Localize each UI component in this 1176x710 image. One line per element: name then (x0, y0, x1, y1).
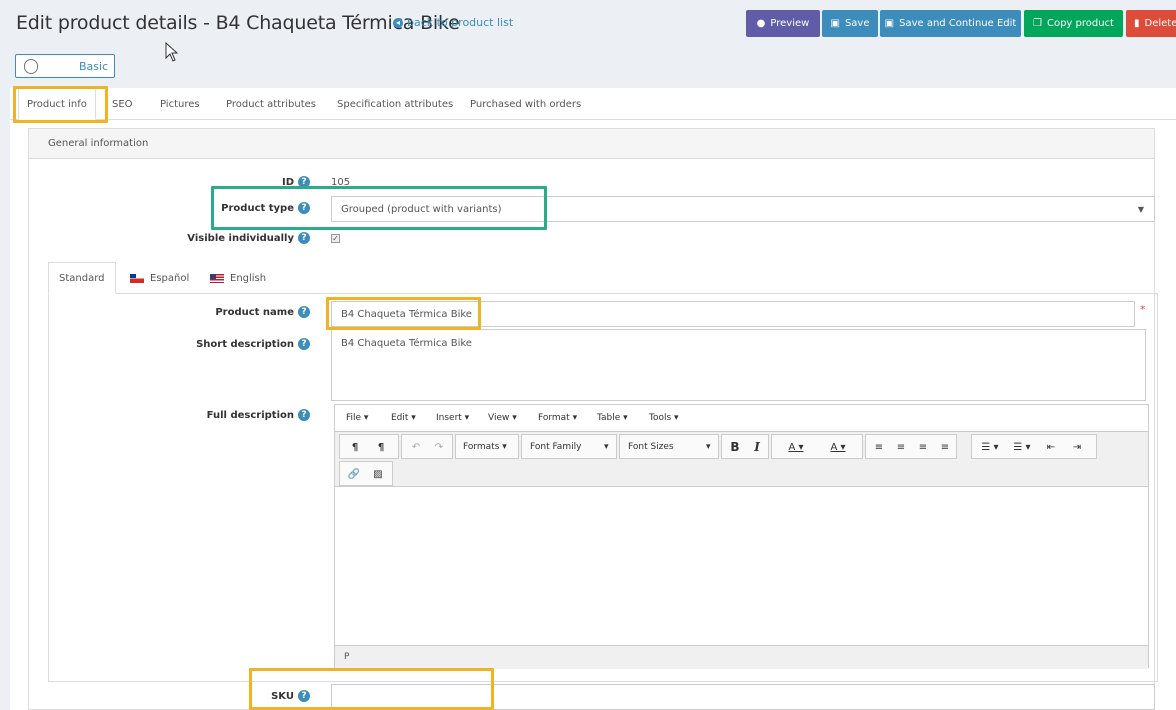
short-description-textarea[interactable]: B4 Chaqueta Térmica Bike (331, 329, 1146, 401)
formats-group: Formats ▾ (455, 434, 519, 459)
menu-file[interactable]: File ▾ (346, 413, 368, 423)
tab-standard[interactable]: Standard (48, 262, 116, 294)
toggle-label: Basic (79, 60, 109, 73)
direction-group: ¶ ¶ (339, 434, 399, 459)
editor-menubar: File ▾ Edit ▾ Insert ▾ View ▾ Format ▾ T… (335, 405, 1148, 431)
toggle-knob (24, 59, 38, 74)
align-left-icon[interactable]: ≡ (870, 438, 888, 456)
editor-statusbar: P (335, 645, 1148, 669)
history-group: ↶ ↷ (401, 434, 453, 459)
product-tabs: Product info SEO Pictures Product attrib… (10, 88, 1176, 120)
tab-product-info[interactable]: Product info (18, 88, 96, 120)
eye-icon: ● (756, 18, 766, 29)
help-icon[interactable]: ? (298, 176, 310, 188)
copy-icon: ❐ (1033, 18, 1042, 29)
caret-down-icon: ▾ (706, 442, 711, 452)
arrow-left-circle-icon: ◂ (393, 17, 403, 28)
color-group: A ▾ A ▾ (771, 434, 863, 459)
menu-insert[interactable]: Insert ▾ (436, 413, 469, 423)
required-asterisk: * (1140, 303, 1146, 316)
panel-heading[interactable]: General information (29, 129, 1154, 159)
id-label: ID ? (200, 176, 310, 188)
insert-group: 🔗 ▨ (339, 461, 393, 486)
tab-seo[interactable]: SEO (112, 88, 133, 120)
align-group: ≡ ≡ ≡ ≡ (865, 434, 957, 459)
menu-table[interactable]: Table ▾ (597, 413, 628, 423)
menu-format[interactable]: Format ▾ (538, 413, 577, 423)
editor-content-area[interactable] (335, 487, 1148, 647)
help-icon[interactable]: ? (298, 690, 310, 702)
ltr-icon[interactable]: ¶ (344, 438, 366, 456)
background-color-icon[interactable]: A ▾ (818, 438, 858, 456)
align-right-icon[interactable]: ≡ (914, 438, 932, 456)
us-flag-icon (210, 273, 224, 283)
product-type-label: Product type ? (200, 202, 310, 214)
help-icon[interactable]: ? (298, 202, 310, 214)
element-path[interactable]: P (344, 652, 349, 662)
full-description-label: Full description ? (150, 409, 310, 421)
menu-tools[interactable]: Tools ▾ (649, 413, 679, 423)
sku-label: SKU ? (230, 690, 310, 702)
copy-product-button[interactable]: ❐ Copy product (1024, 10, 1123, 37)
product-name-label: Product name ? (180, 306, 310, 318)
outdent-icon[interactable]: ⇤ (1040, 438, 1062, 456)
align-justify-icon[interactable]: ≡ (936, 438, 954, 456)
help-icon[interactable]: ? (298, 338, 310, 350)
menu-view[interactable]: View ▾ (488, 413, 517, 423)
link-icon[interactable]: 🔗 (344, 465, 364, 483)
product-name-input[interactable]: B4 Chaqueta Térmica Bike (331, 301, 1135, 327)
short-description-label: Short description ? (150, 338, 310, 350)
id-value: 105 (331, 177, 351, 188)
rtl-icon[interactable]: ¶ (370, 438, 392, 456)
caret-down-icon: ▼ (1137, 205, 1144, 214)
tab-product-attributes[interactable]: Product attributes (226, 88, 316, 120)
caret-down-icon: ▾ (604, 442, 609, 452)
back-to-product-list-link[interactable]: ◂ back to product list (393, 16, 513, 29)
save-button[interactable]: ▣ Save (822, 10, 878, 37)
trash-icon: ▮ (1134, 18, 1140, 29)
tab-specification-attributes[interactable]: Specification attributes (337, 88, 453, 120)
bold-italic-group: B I (721, 434, 769, 459)
font-family-group: Font Family ▾ (521, 434, 617, 459)
font-family-dropdown[interactable]: Font Family (530, 438, 581, 456)
help-icon[interactable]: ? (298, 306, 310, 318)
indent-icon[interactable]: ⇥ (1066, 438, 1088, 456)
tab-english[interactable]: English (210, 262, 266, 294)
mouse-cursor-icon (165, 42, 179, 62)
redo-icon[interactable]: ↷ (429, 438, 449, 456)
visible-individually-label: Visible individually ? (150, 232, 310, 244)
list-group: ☰ ▾ ☰ ▾ ⇤ ⇥ (971, 434, 1097, 459)
editor-toolbar: ¶ ¶ ↶ ↷ Formats ▾ Font Family ▾ Font Siz… (335, 431, 1148, 487)
chile-flag-icon (130, 273, 144, 283)
help-icon[interactable]: ? (298, 232, 310, 244)
image-icon[interactable]: ▨ (368, 465, 388, 483)
numbered-list-icon[interactable]: ☰ ▾ (1008, 438, 1036, 456)
rich-text-editor: File ▾ Edit ▾ Insert ▾ View ▾ Format ▾ T… (334, 404, 1149, 669)
delete-button[interactable]: ▮ Delete (1126, 10, 1176, 37)
preview-button[interactable]: ● Preview (746, 10, 820, 37)
back-link-label: back to product list (407, 16, 514, 29)
sku-input[interactable] (331, 684, 1155, 710)
align-center-icon[interactable]: ≡ (892, 438, 910, 456)
font-sizes-group: Font Sizes ▾ (619, 434, 719, 459)
basic-advanced-toggle[interactable]: Basic (15, 54, 115, 78)
save-and-continue-button[interactable]: ▣ Save and Continue Edit (880, 10, 1021, 37)
floppy-disk-icon: ▣ (830, 18, 840, 29)
bold-icon[interactable]: B (726, 438, 744, 456)
visible-individually-checkbox[interactable]: ✓ (331, 234, 340, 243)
formats-dropdown[interactable]: Formats ▾ (463, 438, 507, 456)
bullet-list-icon[interactable]: ☰ ▾ (976, 438, 1004, 456)
content-header: Edit product details - B4 Chaqueta Térmi… (0, 0, 1176, 88)
tab-espanol[interactable]: Español (130, 262, 189, 294)
text-color-icon[interactable]: A ▾ (776, 438, 816, 456)
font-sizes-dropdown[interactable]: Font Sizes (628, 438, 674, 456)
italic-icon[interactable]: I (748, 438, 766, 456)
tab-pictures[interactable]: Pictures (160, 88, 200, 120)
undo-icon[interactable]: ↶ (406, 438, 426, 456)
tab-purchased-with-orders[interactable]: Purchased with orders (470, 88, 581, 120)
help-icon[interactable]: ? (298, 409, 310, 421)
menu-edit[interactable]: Edit ▾ (391, 413, 416, 423)
product-type-select[interactable]: Grouped (product with variants) ▼ (331, 196, 1155, 222)
floppy-disk-icon: ▣ (884, 18, 895, 29)
